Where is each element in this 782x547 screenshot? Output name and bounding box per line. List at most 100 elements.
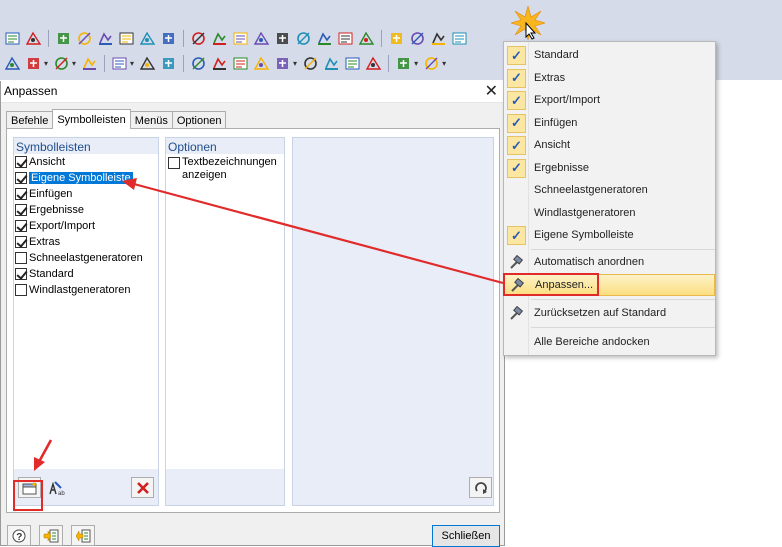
menu-item-toolbar[interactable]: ✓ Ergebnisse [504,158,715,180]
delete-toolbar-button[interactable] [131,477,154,498]
toolbar-checkbox[interactable] [15,220,27,232]
customize-highlight [503,273,599,296]
toolbar-list-label: Eigene Symbolleiste [29,172,133,184]
toolbar-list-item[interactable]: Ergebnisse [14,202,158,218]
menu-item-toolbar[interactable]: ✓ Ansicht [504,135,715,157]
close-icon[interactable]: ✕ [485,81,498,101]
toolbar-list-item[interactable]: Windlastgeneratoren [14,282,158,298]
toolbar-tool-icon[interactable] [160,30,177,47]
toolbar-tool-icon[interactable] [53,55,70,72]
tab-menues[interactable]: Menüs [129,111,173,129]
toolbar-tool-icon[interactable] [323,55,340,72]
chevron-down-icon[interactable]: ▾ [442,59,446,68]
toolbar-tool-icon[interactable] [139,55,156,72]
menu-item-toolbar[interactable]: Windlastgeneratoren [504,203,715,225]
toolbar-tool-icon[interactable] [160,55,177,72]
toolbar-tool-icon[interactable] [111,55,128,72]
toolbar-tool-icon[interactable] [232,30,249,47]
toolbar-tool-icon[interactable] [430,30,447,47]
toolbar-tool-icon[interactable] [358,30,375,47]
toolbar-checkbox[interactable] [15,156,27,168]
toolbar-tool-icon[interactable] [274,55,291,72]
toolbar-tool-icon[interactable] [337,30,354,47]
reset-toolbar-button[interactable] [469,477,492,498]
menu-item-label: Windlastgeneratoren [534,206,636,219]
toolbar-checkbox[interactable] [15,284,27,296]
toolbar-tool-icon[interactable] [302,55,319,72]
toolbar-tool-icon[interactable] [395,55,412,72]
text-labels-option[interactable]: Textbezeichnungen anzeigen [166,154,284,184]
menu-item-reset[interactable]: Zurücksetzen auf Standard [504,303,715,325]
toolbar-list-item[interactable]: Extras [14,234,158,250]
toolbar-tool-icon[interactable] [423,55,440,72]
toolbar-tool-icon[interactable] [139,30,156,47]
toolbar-checkbox[interactable] [15,188,27,200]
toolbar-tool-icon[interactable] [118,30,135,47]
toolbar-separator [183,54,185,72]
menu-item-toolbar[interactable]: ✓ Export/Import [504,90,715,112]
toolbar-tool-icon[interactable] [253,55,270,72]
toolbar-tool-icon[interactable] [316,30,333,47]
toolbar-checkbox[interactable] [15,252,27,264]
menu-item-toolbar[interactable]: Schneelastgeneratoren [504,180,715,202]
menu-item-label: Ansicht [534,139,571,151]
toolbar-list-item[interactable]: Schneelastgeneratoren [14,250,158,266]
text-labels-checkbox[interactable] [168,157,180,169]
toolbar-tool-icon[interactable] [211,55,228,72]
toolbar-tool-icon[interactable] [253,30,270,47]
menu-item-toolbar[interactable]: ✓ Standard [504,45,715,67]
toolbar-tool-icon[interactable] [451,30,468,47]
chevron-down-icon[interactable]: ▾ [293,59,297,68]
rename-toolbar-button[interactable]: ab [44,477,67,498]
toolbar-tool-icon[interactable] [344,55,361,72]
toolbar-tool-icon[interactable] [97,30,114,47]
menu-item-label: Export/Import [534,94,601,106]
toolbar-tool-icon[interactable] [232,55,249,72]
chevron-down-icon[interactable]: ▾ [414,59,418,68]
toolbar-tool-icon[interactable] [295,30,312,47]
chevron-down-icon[interactable]: ▾ [44,59,48,68]
toolbar-tool-icon[interactable] [4,55,21,72]
toolbar-tool-icon[interactable] [190,55,207,72]
tab-optionen[interactable]: Optionen [171,111,227,129]
menu-item-label: Eigene Symbolleiste [534,229,634,241]
menu-item-dock-all[interactable]: Alle Bereiche andocken [504,332,715,354]
svg-text:?: ? [16,532,22,543]
help-button[interactable]: ? [7,525,31,546]
menu-item-toolbar[interactable]: ✓ Einfügen [504,113,715,135]
delete-icon [136,481,149,494]
tab-befehle[interactable]: Befehle [6,111,54,129]
toolbar-tool-icon[interactable] [81,55,98,72]
toolbar-list-item[interactable]: Eigene Symbolleiste [14,170,158,186]
toolbar-tool-icon[interactable] [388,30,405,47]
toolbar-tool-icon[interactable] [190,30,207,47]
chevron-down-icon[interactable]: ▾ [130,59,134,68]
toolbar-tool-icon[interactable] [274,30,291,47]
chevron-down-icon[interactable]: ▾ [72,59,76,68]
toolbar-list-item[interactable]: Standard [14,266,158,282]
toolbar-checkbox[interactable] [15,236,27,248]
help-icon: ? [12,529,26,543]
toolbar-checkbox[interactable] [15,204,27,216]
toolbar-tool-icon[interactable] [25,55,42,72]
toolbar-checkbox[interactable] [15,268,27,280]
menu-item-label: Automatisch anordnen [534,256,645,268]
toolbar-list-item[interactable]: Export/Import [14,218,158,234]
import-button[interactable] [39,525,63,546]
toolbar-list-item[interactable]: Einfügen [14,186,158,202]
toolbar-tool-icon[interactable] [365,55,382,72]
menu-item-toolbar[interactable]: ✓ Extras [504,68,715,90]
menu-item-auto-arrange[interactable]: Automatisch anordnen [504,252,715,274]
toolbar-tool-icon[interactable] [55,30,72,47]
toolbar-tool-icon[interactable] [211,30,228,47]
export-button[interactable] [71,525,95,546]
tab-symbolleisten[interactable]: Symbolleisten [52,109,131,129]
menu-item-toolbar[interactable]: ✓ Eigene Symbolleiste [504,225,715,247]
toolbar-tool-icon[interactable] [76,30,93,47]
toolbar-checkbox[interactable] [15,172,27,184]
close-button[interactable]: Schließen [432,525,500,547]
toolbar-tool-icon[interactable] [4,30,21,47]
toolbar-tool-icon[interactable] [25,30,42,47]
toolbar-tool-icon[interactable] [409,30,426,47]
toolbar-list-item[interactable]: Ansicht [14,154,158,170]
